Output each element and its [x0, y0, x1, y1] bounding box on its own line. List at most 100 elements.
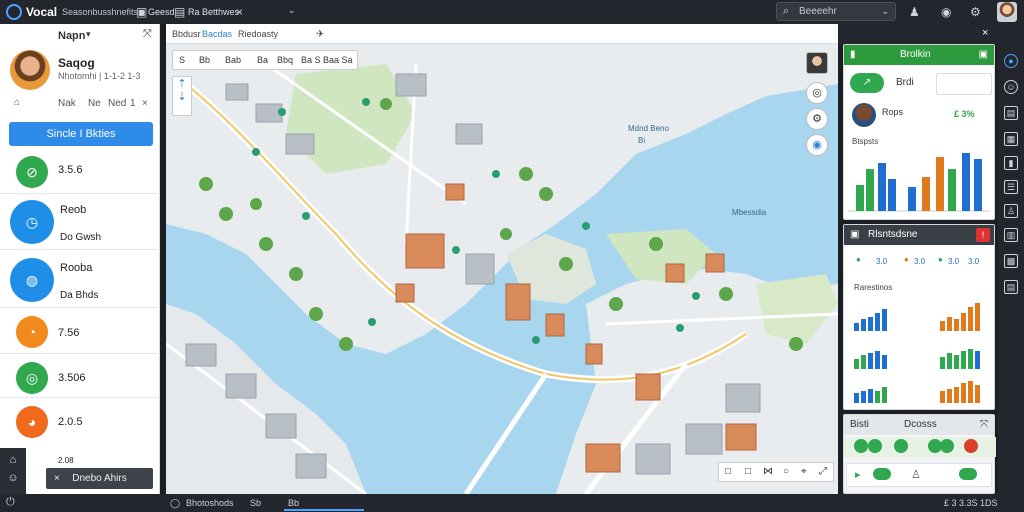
map-pin [452, 246, 460, 254]
chart-bar [878, 163, 886, 211]
building-orange [405, 233, 445, 269]
book-icon[interactable]: ▤ [1004, 106, 1018, 120]
toggle[interactable] [959, 468, 977, 480]
expand-icon[interactable]: ⤧ [980, 415, 988, 435]
circle-icon[interactable]: ● [1004, 54, 1018, 68]
locate-icon[interactable]: ◎ [806, 82, 828, 104]
app-title: Vocal [26, 5, 58, 19]
tool-icon[interactable]: □ [725, 466, 731, 477]
map-pin [368, 318, 376, 326]
list-item[interactable]: ◍ Rooba Da Bhds [0, 254, 160, 308]
list-item[interactable]: ◔ 7.56 [0, 312, 160, 354]
close-icon[interactable]: × [142, 98, 148, 109]
list-item[interactable]: ◎ 3.506 [0, 358, 160, 398]
primary-action-button[interactable]: Sincle I Bkties [9, 122, 153, 146]
avatar[interactable] [997, 2, 1017, 22]
search-input[interactable]: ⌕ Beeeehr ⌄ [776, 2, 896, 21]
close-icon[interactable]: × [236, 5, 243, 19]
chart-bar [888, 179, 896, 211]
bottom-action-button[interactable]: × Dnebo Ahirs [46, 468, 153, 489]
compass-icon[interactable]: ⇡ [173, 77, 191, 90]
tool-button[interactable]: Bab [225, 55, 241, 65]
list-item[interactable]: ◕ 2.0.5 [0, 402, 160, 442]
chevron-down-icon[interactable]: ⌄ [288, 5, 296, 16]
stack-icon[interactable]: ▥ [1004, 228, 1018, 242]
tool-icon[interactable]: □ [745, 466, 751, 477]
power-icon[interactable]: ⏻ [6, 496, 15, 509]
link-icon[interactable]: ⋈ [763, 466, 773, 477]
alert-icon[interactable]: ! [976, 228, 990, 242]
status-item[interactable]: Bb [288, 498, 299, 508]
tree [309, 307, 323, 321]
home-icon[interactable]: ⌂ [14, 97, 20, 108]
folder-icon[interactable]: ▤ [174, 5, 185, 19]
user-avatar-button[interactable] [806, 52, 828, 74]
tool-button[interactable]: Ba [257, 55, 268, 65]
chart-bar [866, 169, 874, 211]
bar-group [854, 309, 887, 331]
app-subtitle: Seasonbusshnefits [62, 7, 139, 17]
settings-icon[interactable]: ⚙ [806, 108, 828, 130]
person-icon[interactable]: ♙ [911, 468, 921, 481]
tool-item[interactable]: Ned [108, 98, 126, 109]
tool-button[interactable]: S [179, 55, 185, 65]
gallery-icon[interactable]: ▩ [1004, 254, 1018, 268]
bell-icon[interactable]: ♟ [909, 5, 920, 19]
tool-button[interactable]: Bb [199, 55, 210, 65]
status-pill[interactable]: ↗ [850, 73, 884, 93]
profile-avatar[interactable] [10, 50, 50, 90]
tool-item[interactable]: Ne [88, 98, 101, 109]
kpi-value: 3.0 [948, 257, 960, 266]
chart2-icon[interactable]: ▤ [1004, 280, 1018, 294]
layers-icon[interactable]: ◉ [806, 134, 828, 156]
settings-icon[interactable]: ⚙ [970, 5, 981, 19]
avatar[interactable] [852, 103, 876, 127]
tree [250, 198, 262, 210]
tool-button[interactable]: Bbq [277, 55, 293, 65]
tab-layers[interactable]: Bacdas [202, 29, 232, 39]
tree [719, 287, 733, 301]
expand-icon[interactable]: ⤢ [819, 466, 827, 477]
grid-icon[interactable]: ▣ [136, 5, 147, 19]
tool-button[interactable]: Ba S Baa Sa [301, 55, 353, 65]
list-item[interactable]: ⊘ 3.5.6 [0, 150, 160, 194]
map-canvas[interactable] [166, 44, 838, 494]
tool-item[interactable]: 1 [130, 98, 136, 109]
bar-group [940, 381, 980, 403]
smile-icon[interactable]: ☺ [1004, 80, 1018, 94]
menu-icon[interactable]: ▣ [979, 45, 988, 65]
profile-icon[interactable]: ☺ [0, 472, 26, 484]
zoom-control[interactable]: ⇡ ⇣ [172, 76, 192, 116]
status-card: Bisti Dcosss ⤧ ▸ ♙ [843, 414, 996, 494]
person-icon[interactable]: ♙ [1004, 204, 1018, 218]
item-title: Rooba [60, 262, 93, 274]
tool-item[interactable]: Nak [58, 98, 76, 109]
map-view[interactable]: S Bb Bab Ba Bbq Ba S Baa Sa ⇡ ⇣ Mdnd Ben… [166, 44, 838, 494]
play-icon[interactable]: ▸ [855, 468, 861, 481]
tab-routes[interactable]: Riedoasty [238, 29, 278, 39]
zoom-slider-icon[interactable]: ⇣ [173, 90, 191, 103]
map-pin [692, 292, 700, 300]
building-orange [725, 423, 757, 451]
target-icon[interactable]: ⌖ [801, 466, 807, 477]
tab-home[interactable]: Geesd [148, 7, 175, 17]
close-icon[interactable]: × [982, 27, 988, 39]
dropdown-chevron-icon[interactable]: ⌄ [881, 6, 889, 17]
home-icon[interactable]: ⌂ [0, 454, 26, 466]
tab-records[interactable]: Ra Betthwes [188, 7, 239, 17]
expand-icon[interactable]: ⤧ [143, 28, 152, 41]
pin-icon[interactable]: ✈ [316, 29, 324, 40]
card-title: Rlsntsdsne [868, 229, 918, 240]
toggle[interactable] [873, 468, 891, 480]
grid-icon[interactable]: ▦ [1004, 132, 1018, 146]
notification-icon[interactable]: ◉ [941, 5, 951, 19]
chart-icon[interactable]: ▮ [1004, 156, 1018, 170]
status-item[interactable]: Sb [250, 498, 261, 508]
list-icon[interactable]: ☰ [1004, 180, 1018, 194]
chevron-down-icon[interactable]: ▾ [86, 29, 91, 40]
list-item[interactable]: ◷ Reob Do Gwsh [0, 196, 160, 250]
circle-icon[interactable]: ○ [783, 466, 789, 477]
app-logo-icon[interactable] [6, 4, 22, 20]
tab-map[interactable]: Bbdusr [172, 29, 201, 39]
building-orange [445, 183, 465, 201]
